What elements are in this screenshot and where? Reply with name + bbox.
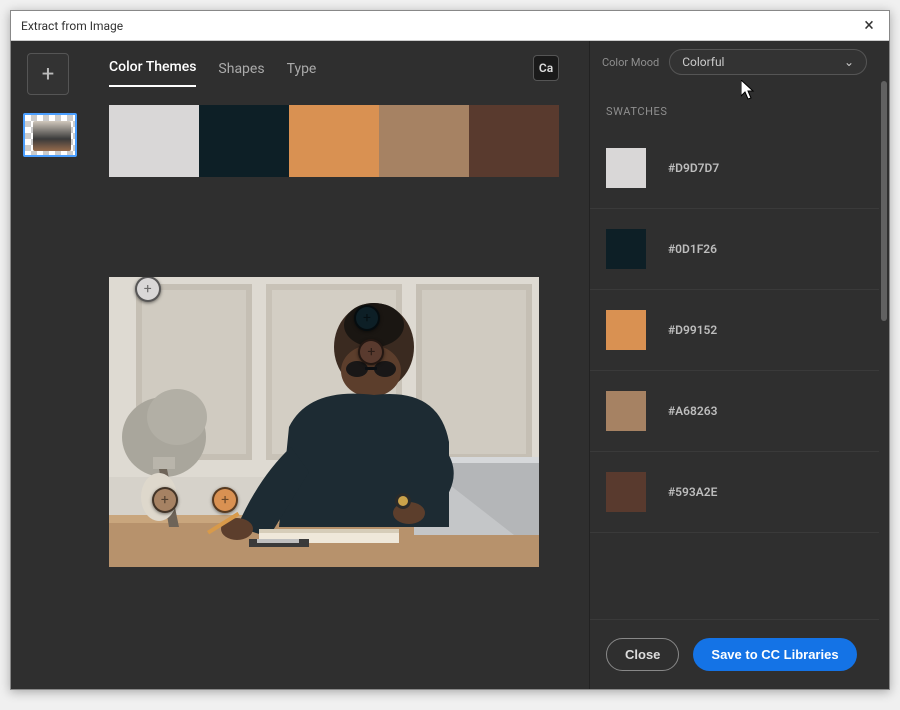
- add-image-button[interactable]: +: [27, 53, 69, 95]
- theme-swatch[interactable]: [469, 105, 559, 177]
- color-mood-dropdown[interactable]: Colorful ⌄: [669, 49, 867, 75]
- swatch-hex-label: #A68263: [668, 404, 717, 418]
- color-theme-strip: [109, 105, 559, 177]
- swatches-heading: SWATCHES: [590, 75, 879, 128]
- swatch-chip[interactable]: [606, 148, 646, 188]
- dialog-window: Extract from Image × + Color Themes Shap…: [10, 10, 890, 690]
- swatch-row[interactable]: #593A2E: [590, 452, 879, 533]
- close-icon[interactable]: ×: [859, 16, 879, 36]
- tab-shapes[interactable]: Shapes: [218, 61, 264, 87]
- left-rail: +: [11, 41, 89, 689]
- swatch-list: #D9D7D7 #0D1F26 #D99152 #A68263 #593A2E: [590, 128, 879, 533]
- window-title: Extract from Image: [21, 19, 123, 33]
- color-picker-handle[interactable]: +: [358, 339, 384, 365]
- capture-badge[interactable]: Ca: [533, 55, 559, 81]
- theme-swatch[interactable]: [199, 105, 289, 177]
- chevron-down-icon: ⌄: [844, 55, 854, 69]
- swatch-chip[interactable]: [606, 391, 646, 431]
- tabs: Color Themes Shapes Type Ca: [89, 41, 579, 87]
- titlebar: Extract from Image ×: [11, 11, 889, 41]
- swatch-hex-label: #D99152: [668, 323, 717, 337]
- save-button[interactable]: Save to CC Libraries: [693, 638, 856, 671]
- swatch-row[interactable]: #D99152: [590, 290, 879, 371]
- color-picker-handle[interactable]: +: [212, 487, 238, 513]
- color-mood-value: Colorful: [682, 55, 724, 69]
- color-picker-handle[interactable]: +: [354, 305, 380, 331]
- swatch-row[interactable]: #0D1F26: [590, 209, 879, 290]
- scrollbar[interactable]: [881, 81, 887, 619]
- source-image[interactable]: +++++: [109, 277, 539, 567]
- swatch-chip[interactable]: [606, 229, 646, 269]
- image-thumbnail[interactable]: [23, 113, 77, 157]
- theme-swatch[interactable]: [379, 105, 469, 177]
- color-mood-label: Color Mood: [602, 56, 659, 69]
- tab-type[interactable]: Type: [287, 61, 317, 87]
- swatch-hex-label: #593A2E: [668, 485, 717, 499]
- theme-swatch[interactable]: [109, 105, 199, 177]
- swatch-chip[interactable]: [606, 310, 646, 350]
- swatch-row[interactable]: #A68263: [590, 371, 879, 452]
- close-button[interactable]: Close: [606, 638, 679, 671]
- swatch-chip[interactable]: [606, 472, 646, 512]
- swatch-row[interactable]: #D9D7D7: [590, 128, 879, 209]
- dialog-footer: Close Save to CC Libraries: [590, 619, 879, 689]
- color-picker-handle[interactable]: +: [152, 487, 178, 513]
- tab-color-themes[interactable]: Color Themes: [109, 59, 196, 87]
- right-panel: Color Mood Colorful ⌄ SWATCHES #D9D7D7 #0…: [589, 41, 889, 689]
- theme-swatch[interactable]: [289, 105, 379, 177]
- swatch-hex-label: #D9D7D7: [668, 161, 719, 175]
- swatch-hex-label: #0D1F26: [668, 242, 717, 256]
